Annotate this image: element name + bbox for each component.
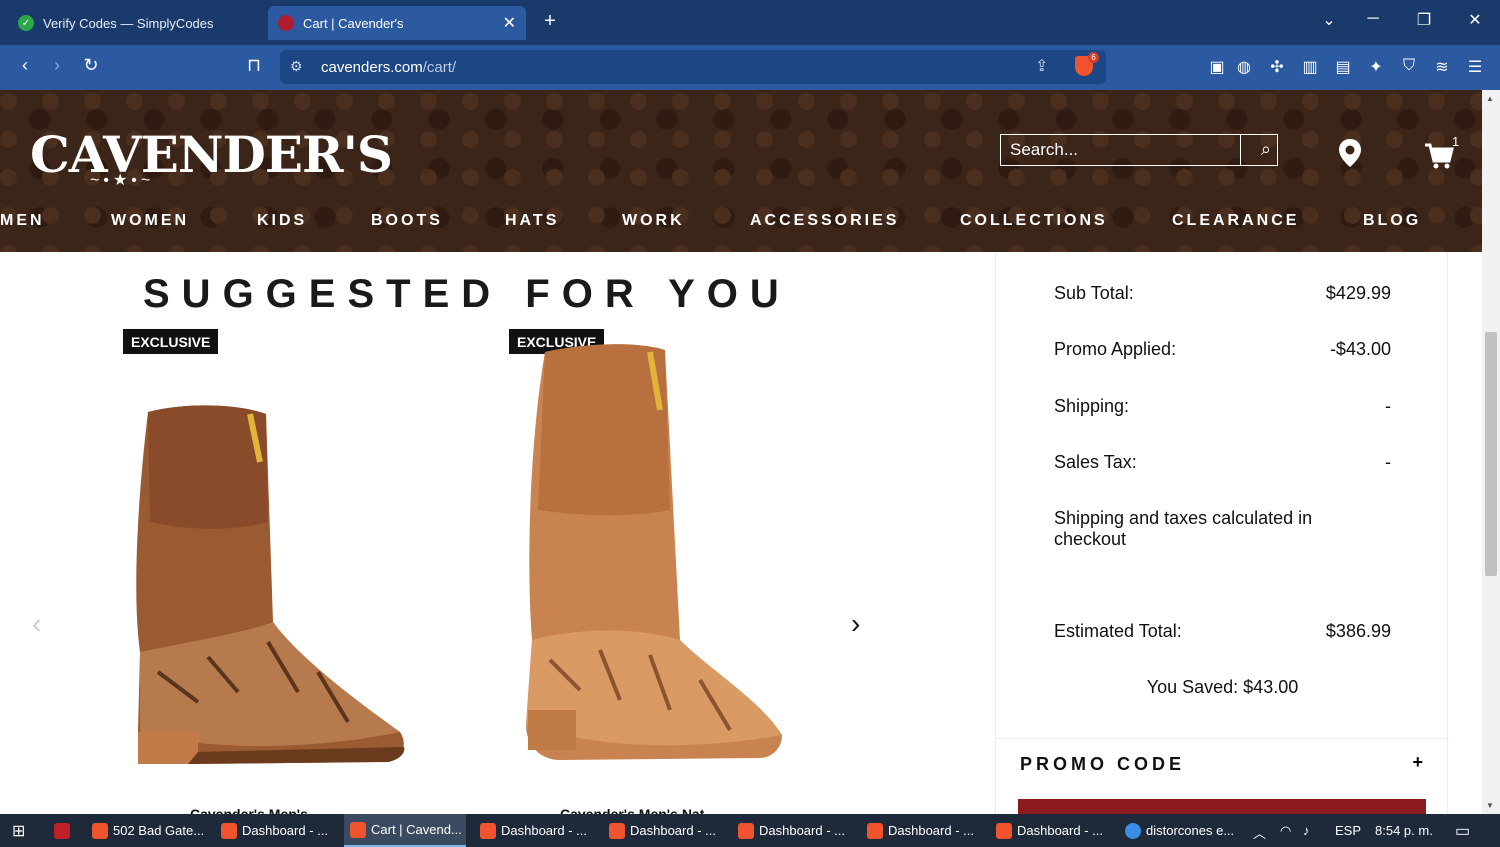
exclusive-badge: EXCLUSIVE: [123, 329, 219, 354]
url-text[interactable]: cavenders.com/cart/: [321, 59, 456, 76]
cavenders-favicon-icon: [278, 15, 294, 31]
taskbar-item[interactable]: 502 Bad Gate...: [86, 814, 206, 847]
leo-ai-icon[interactable]: ✦: [1365, 57, 1387, 77]
tab-title: Cart | Cavender's: [303, 15, 404, 31]
windows-start-icon[interactable]: ⊞: [6, 814, 25, 847]
logo-ornament: ~•★•~: [90, 172, 155, 189]
tab-search-chevron-icon[interactable]: ⌄: [1314, 10, 1344, 30]
taskbar-item[interactable]: Dashboard - ...: [215, 814, 335, 847]
volume-icon[interactable]: ♪: [1303, 823, 1310, 838]
suggested-title: SUGGESTED FOR YOU: [143, 272, 791, 316]
nav-hats[interactable]: HATS: [505, 212, 559, 230]
browser-tab-strip: ✓ Verify Codes — SimplyCodes Cart | Cave…: [0, 0, 1500, 45]
cart-icon[interactable]: [1424, 142, 1454, 170]
store-locator-pin-icon[interactable]: [1337, 138, 1363, 168]
you-saved-text: You Saved: $43.00: [1146, 677, 1299, 697]
clock[interactable]: 8:54 p. m.: [1375, 823, 1433, 838]
summary-row-subtotal: Sub Total: $429.99: [1054, 283, 1391, 303]
product-name-2[interactable]: Cavender's Men's Nat: [560, 806, 704, 814]
order-summary: Sub Total: $429.99 Promo Applied: -$43.00 …: [995, 252, 1449, 814]
taskbar-item[interactable]: Dashboard - ...: [732, 814, 852, 847]
wifi-icon[interactable]: ◠: [1280, 823, 1291, 839]
summary-row-shipping: Shipping: -: [1054, 396, 1391, 416]
summary-row-promo: Promo Applied: -$43.00: [1054, 339, 1391, 359]
forward-button[interactable]: ›: [44, 55, 70, 76]
tab-verify-codes[interactable]: ✓ Verify Codes — SimplyCodes: [8, 6, 263, 40]
brave-shield-icon[interactable]: 6: [1075, 52, 1099, 76]
language-indicator[interactable]: ESP: [1335, 823, 1361, 838]
scroll-down-icon[interactable]: ▼: [1486, 801, 1494, 810]
windows-taskbar: ⊞ 502 Bad Gate... Dashboard - ... Cart |…: [0, 814, 1500, 847]
search-placeholder: Search...: [1010, 140, 1079, 159]
share-icon[interactable]: ⇪: [1035, 56, 1048, 76]
tab-title: Verify Codes — SimplyCodes: [43, 15, 214, 31]
tray-chevron-icon[interactable]: ︿: [1253, 823, 1266, 842]
expand-plus-icon[interactable]: +: [1412, 752, 1423, 773]
nav-accessories[interactable]: ACCESSORIES: [750, 212, 899, 230]
main-nav: MEN WOMEN KIDS BOOTS HATS WORK ACCESSORI…: [0, 212, 1482, 236]
shield-count-badge: 6: [1088, 52, 1099, 63]
minimize-button[interactable]: ─: [1358, 10, 1388, 28]
product-image-boot-1[interactable]: [128, 402, 410, 778]
checkout-button[interactable]: [1018, 799, 1426, 814]
site-header: CAVENDER'S ~•★•~ Search... ⌕ 1 MEN WOMEN…: [0, 90, 1482, 252]
reload-icon[interactable]: ↻: [78, 55, 104, 76]
tab-cart-cavenders[interactable]: Cart | Cavender's ✕: [268, 6, 526, 40]
search-icon[interactable]: ⌕: [1261, 139, 1271, 160]
menu-icon[interactable]: ☰: [1464, 57, 1486, 77]
site-settings-icon[interactable]: ⚙: [290, 58, 303, 75]
nav-boots[interactable]: BOOTS: [371, 212, 443, 230]
summary-row-tax: Sales Tax: -: [1054, 452, 1391, 472]
nav-women[interactable]: WOMEN: [111, 212, 189, 230]
scrollbar-thumb[interactable]: [1485, 332, 1497, 576]
close-window-button[interactable]: ✕: [1460, 10, 1490, 30]
address-bar[interactable]: ⚙ cavenders.com/cart/ ⇪ 6: [280, 50, 1106, 84]
nav-clearance[interactable]: CLEARANCE: [1172, 212, 1299, 230]
globe-icon[interactable]: ◍: [1233, 57, 1255, 77]
carousel-next-icon[interactable]: ›: [851, 608, 860, 640]
product-name-1[interactable]: Cavender's Men's: [190, 806, 308, 814]
bookmark-icon[interactable]: ⊓: [241, 55, 267, 76]
carousel-prev-icon[interactable]: ‹: [32, 608, 41, 640]
new-tab-button[interactable]: +: [538, 10, 562, 33]
taskbar-item[interactable]: Dashboard - ...: [861, 814, 981, 847]
taskbar-item[interactable]: distorcones e...: [1119, 814, 1241, 847]
cavenders-logo[interactable]: CAVENDER'S: [30, 125, 393, 184]
summary-row-estimated-total: Estimated Total: $386.99: [1054, 621, 1391, 641]
search-divider: [1240, 135, 1241, 165]
notification-icon[interactable]: ▭: [1455, 821, 1470, 841]
nav-collections[interactable]: COLLECTIONS: [960, 212, 1108, 230]
taskbar-item-active[interactable]: Cart | Cavend...: [344, 814, 466, 847]
sidebar-icon[interactable]: ▥: [1299, 57, 1321, 77]
extensions-puzzle-icon[interactable]: ✣: [1266, 57, 1288, 77]
promo-code-label: PROMO CODE: [1020, 754, 1186, 774]
nav-work[interactable]: WORK: [622, 212, 685, 230]
cart-count-badge: 1: [1452, 134, 1460, 149]
wallet-icon[interactable]: ▤: [1332, 57, 1354, 77]
vpn-icon[interactable]: ⛉: [1398, 57, 1420, 75]
browser-toolbar: ‹ › ↻ ⊓ ⚙ cavenders.com/cart/ ⇪ 6 ▣ ◍ ✣ …: [0, 45, 1500, 90]
taskbar-item[interactable]: Dashboard - ...: [990, 814, 1110, 847]
simplycodes-favicon-icon: ✓: [18, 15, 34, 31]
taskbar-item[interactable]: Dashboard - ...: [474, 814, 594, 847]
promo-code-toggle[interactable]: PROMO CODE +: [996, 738, 1449, 788]
taskbar-item[interactable]: Dashboard - ...: [603, 814, 723, 847]
nav-men[interactable]: MEN: [0, 212, 45, 230]
power-app-icon[interactable]: [48, 814, 75, 847]
close-tab-icon[interactable]: ✕: [503, 13, 516, 33]
page-scrollbar[interactable]: ▲ ▼: [1482, 90, 1500, 814]
search-input[interactable]: Search... ⌕: [1000, 134, 1278, 166]
nav-kids[interactable]: KIDS: [257, 212, 307, 230]
translate-extension-icon[interactable]: ▣: [1206, 57, 1228, 77]
nav-blog[interactable]: BLOG: [1363, 212, 1421, 230]
shipping-tax-note: Shipping and taxes calculated in checkou…: [1054, 508, 1313, 549]
scroll-up-icon[interactable]: ▲: [1486, 94, 1494, 103]
restore-button[interactable]: ❐: [1409, 10, 1439, 30]
product-image-boot-2[interactable]: [520, 340, 786, 780]
rewards-icon[interactable]: ≋: [1431, 57, 1453, 77]
back-button[interactable]: ‹: [12, 55, 38, 76]
